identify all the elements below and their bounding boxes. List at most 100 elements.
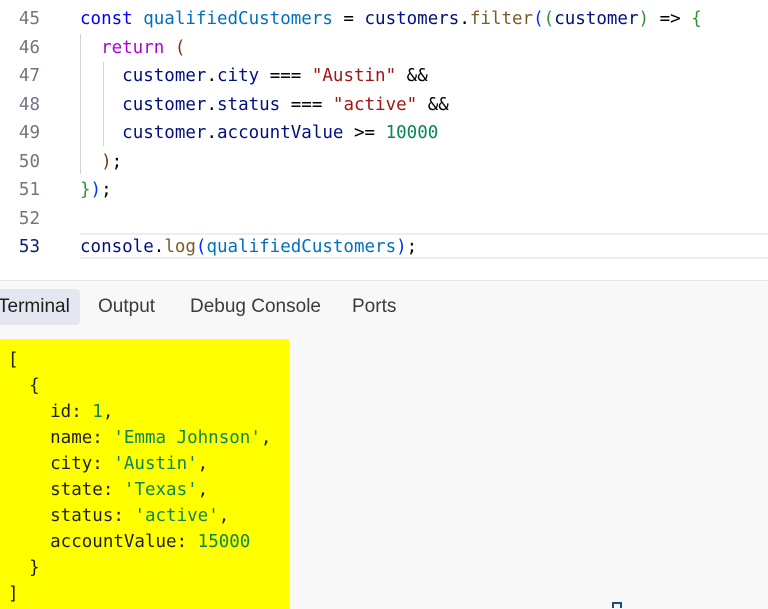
code-line[interactable]: 48 customer.status === "active" && — [0, 91, 768, 119]
code-token: ) — [90, 180, 102, 200]
terminal-token: city: — [8, 454, 114, 474]
code-token: = — [332, 9, 365, 29]
terminal-line: id: 1, — [8, 399, 113, 425]
code-text: console.log(qualifiedCustomers); — [80, 233, 417, 261]
code-token: ) — [638, 9, 650, 29]
code-token: customer — [122, 66, 207, 86]
terminal-line: name: 'Emma Johnson', — [8, 425, 271, 451]
code-token: ; — [101, 180, 112, 200]
code-token: return — [101, 37, 165, 58]
code-token: . — [459, 9, 470, 29]
terminal-token: 15000 — [197, 532, 251, 552]
tab-output[interactable]: Output — [88, 289, 165, 325]
code-token: log — [164, 237, 196, 257]
bottom-panel: Terminal Output Debug Console Ports [ { … — [0, 280, 768, 609]
code-editor[interactable]: 45 const qualifiedCustomers = customers.f… — [0, 0, 768, 280]
tab-terminal[interactable]: Terminal — [0, 289, 80, 325]
code-token: && — [417, 94, 449, 115]
line-number: 47 — [18, 66, 40, 86]
terminal-line: } — [8, 555, 40, 581]
terminal-token: state: — [8, 480, 124, 500]
terminal-token: } — [8, 558, 40, 578]
code-token: ; — [406, 237, 418, 257]
line-number: 45 — [18, 9, 40, 29]
code-token: === — [280, 94, 333, 115]
terminal-token: name: — [8, 428, 114, 448]
code-token: => — [649, 9, 692, 29]
code-line[interactable]: 47 customer.city === "Austin" && — [0, 62, 768, 90]
terminal-token: , — [197, 454, 209, 474]
code-token: ( — [543, 9, 555, 29]
panel-tabs: Terminal Output Debug Console Ports — [0, 289, 768, 325]
code-token: qualifiedCustomers — [206, 237, 397, 257]
terminal-token: 'active' — [134, 506, 219, 526]
code-token: . — [153, 237, 165, 257]
code-token: . — [206, 94, 217, 115]
code-line[interactable]: 45 const qualifiedCustomers = customers.f… — [0, 5, 768, 33]
terminal-token: [ — [8, 350, 19, 370]
code-token: customers — [364, 9, 460, 29]
code-token: filter — [469, 9, 534, 29]
code-token: city — [217, 66, 260, 86]
code-token: ) — [396, 237, 407, 257]
line-number: 51 — [18, 180, 40, 200]
terminal-output[interactable]: [ { id: 1, name: 'Emma Johnson', city: '… — [0, 339, 289, 609]
code-token: ( — [533, 9, 544, 29]
code-line[interactable]: 46 return ( — [0, 34, 768, 62]
code-token: ; — [111, 151, 123, 172]
terminal-token: ] — [8, 584, 19, 604]
code-token: . — [206, 66, 217, 86]
code-token: . — [206, 123, 217, 143]
code-text: const qualifiedCustomers = customers.fil… — [80, 5, 702, 33]
terminal-token: 'Emma Johnson' — [113, 428, 261, 448]
mouse-cursor-icon — [612, 602, 622, 608]
code-line[interactable]: 52 — [0, 205, 768, 233]
code-token: customer — [122, 123, 207, 143]
terminal-token: id: — [8, 402, 93, 422]
code-line[interactable]: 49 customer.accountValue >= 10000 — [0, 119, 768, 147]
tab-debug-console[interactable]: Debug Console — [180, 289, 331, 325]
code-text: return ( — [80, 34, 185, 62]
terminal-line: status: 'active', — [8, 503, 229, 529]
code-token: const — [80, 9, 133, 29]
terminal-line: { — [8, 373, 40, 399]
line-number: 49 — [18, 123, 40, 143]
terminal-token: 'Texas' — [123, 480, 198, 500]
code-text: customer.status === "active" && — [80, 91, 449, 119]
code-token: accountValue — [217, 123, 344, 143]
code-token: ) — [101, 151, 112, 172]
code-token: === — [259, 66, 312, 86]
code-token: ( — [174, 37, 186, 58]
terminal-line: ] — [8, 581, 19, 607]
terminal-token: , — [197, 480, 209, 500]
code-line[interactable]: 50 ); — [0, 148, 768, 176]
terminal-line: accountValue: 15000 — [8, 529, 250, 555]
line-number: 52 — [18, 208, 40, 229]
line-number: 53 — [18, 237, 40, 257]
terminal-line: city: 'Austin', — [8, 451, 208, 477]
line-number: 46 — [18, 37, 40, 58]
code-token: ( — [195, 237, 207, 257]
tab-ports[interactable]: Ports — [342, 289, 406, 325]
code-token: { — [691, 9, 702, 29]
code-text: ); — [80, 148, 122, 176]
line-number: 48 — [18, 94, 40, 115]
line-number: 50 — [18, 151, 40, 172]
code-token: && — [396, 66, 428, 86]
terminal-token: , — [260, 428, 272, 448]
terminal-line: state: 'Texas', — [8, 477, 208, 503]
code-line[interactable]: 53 console.log(qualifiedCustomers); — [0, 233, 768, 261]
terminal-token: , — [102, 402, 114, 422]
code-text: customer.accountValue >= 10000 — [80, 119, 438, 147]
code-token: status — [217, 94, 281, 115]
code-line[interactable]: 51}); — [0, 176, 768, 204]
code-token: 10000 — [385, 123, 439, 143]
code-token: customer — [554, 9, 639, 29]
code-text: customer.city === "Austin" && — [80, 62, 428, 90]
